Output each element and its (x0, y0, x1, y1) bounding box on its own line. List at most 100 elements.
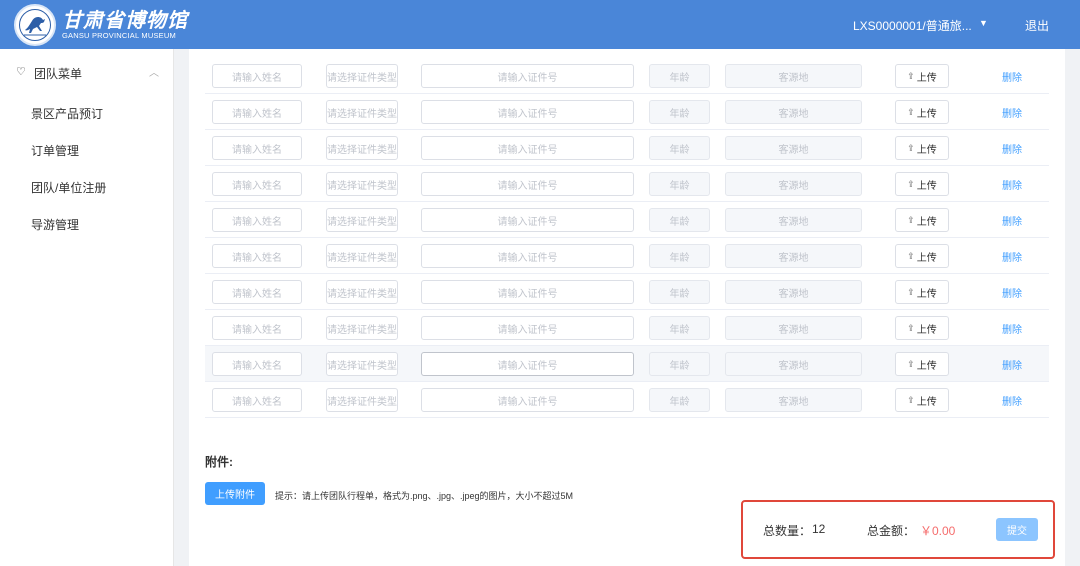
upload-button[interactable]: ⇪ 上传 (895, 352, 949, 376)
upload-icon: ⇪ (907, 142, 915, 153)
visitor-name-input[interactable]: 请输入姓名 (212, 64, 302, 88)
upload-button[interactable]: ⇪ 上传 (895, 64, 949, 88)
origin-field: 客源地 (725, 100, 862, 124)
delete-link[interactable]: 删除 (1002, 141, 1022, 156)
id-type-select[interactable]: 请选择证件类型 (326, 352, 398, 376)
sidebar-group-team-menu[interactable]: ♡ 团队菜单 ︿ (0, 62, 174, 84)
upload-icon: ⇪ (907, 322, 915, 333)
sidebar-item-guide-management[interactable]: 导游管理 (31, 216, 79, 233)
upload-icon: ⇪ (907, 214, 915, 225)
id-number-input[interactable]: 请输入证件号 (421, 280, 634, 304)
visitor-name-input[interactable]: 请输入姓名 (212, 244, 302, 268)
total-amount-label: 总金额： (867, 524, 916, 538)
total-amount-value: ￥0.00 (920, 524, 956, 538)
upload-icon: ⇪ (907, 70, 915, 81)
visitor-name-input[interactable]: 请输入姓名 (212, 388, 302, 412)
table-row: 请输入姓名 请选择证件类型 请输入证件号 年龄 客源地 ⇪ 上传 删除 (205, 166, 1049, 202)
upload-button[interactable]: ⇪ 上传 (895, 208, 949, 232)
table-row: 请输入姓名 请选择证件类型 请输入证件号 年龄 客源地 ⇪ 上传 删除 (205, 310, 1049, 346)
age-field: 年龄 (649, 64, 710, 88)
upload-icon: ⇪ (907, 106, 915, 117)
visitor-name-input[interactable]: 请输入姓名 (212, 100, 302, 124)
visitor-name-input[interactable]: 请输入姓名 (212, 280, 302, 304)
delete-link[interactable]: 删除 (1002, 213, 1022, 228)
id-type-select[interactable]: 请选择证件类型 (326, 316, 398, 340)
delete-link[interactable]: 删除 (1002, 249, 1022, 264)
visitor-name-input[interactable]: 请输入姓名 (212, 352, 302, 376)
upload-button[interactable]: ⇪ 上传 (895, 280, 949, 304)
table-row: 请输入姓名 请选择证件类型 请输入证件号 年龄 客源地 ⇪ 上传 删除 (205, 58, 1049, 94)
caret-down-icon[interactable]: ▼ (979, 18, 988, 28)
visitor-name-input[interactable]: 请输入姓名 (212, 172, 302, 196)
id-number-input[interactable]: 请输入证件号 (421, 208, 634, 232)
sidebar-item-order-management[interactable]: 订单管理 (31, 142, 79, 159)
submit-button[interactable]: 提交 (996, 518, 1038, 541)
upload-attachment-button[interactable]: 上传附件 (205, 482, 265, 505)
table-row: 请输入姓名 请选择证件类型 请输入证件号 年龄 客源地 ⇪ 上传 删除 (205, 202, 1049, 238)
logo-english-name: GANSU PROVINCIAL MUSEUM (62, 31, 176, 40)
age-field: 年龄 (649, 208, 710, 232)
id-number-input[interactable]: 请输入证件号 (421, 388, 634, 412)
total-quantity-label: 总数量： (763, 524, 812, 538)
delete-link[interactable]: 删除 (1002, 321, 1022, 336)
id-type-select[interactable]: 请选择证件类型 (326, 280, 398, 304)
origin-field: 客源地 (725, 352, 862, 376)
origin-field: 客源地 (725, 136, 862, 160)
upload-label: 上传 (916, 144, 937, 156)
museum-logo[interactable]: 甘肃省博物馆 GANSU PROVINCIAL MUSEUM (14, 4, 188, 46)
origin-field: 客源地 (725, 388, 862, 412)
visitor-name-input[interactable]: 请输入姓名 (212, 136, 302, 160)
origin-field: 客源地 (725, 316, 862, 340)
logout-link[interactable]: 退出 (1025, 17, 1049, 34)
origin-field: 客源地 (725, 244, 862, 268)
sidebar-item-team-registration[interactable]: 团队/单位注册 (31, 179, 106, 196)
delete-link[interactable]: 删除 (1002, 393, 1022, 408)
visitor-name-input[interactable]: 请输入姓名 (212, 208, 302, 232)
visitor-name-input[interactable]: 请输入姓名 (212, 316, 302, 340)
id-number-input[interactable]: 请输入证件号 (421, 244, 634, 268)
id-type-select[interactable]: 请选择证件类型 (326, 100, 398, 124)
upload-label: 上传 (916, 72, 937, 84)
upload-button[interactable]: ⇪ 上传 (895, 388, 949, 412)
upload-button[interactable]: ⇪ 上传 (895, 136, 949, 160)
origin-field: 客源地 (725, 64, 862, 88)
delete-link[interactable]: 删除 (1002, 177, 1022, 192)
id-type-select[interactable]: 请选择证件类型 (326, 64, 398, 88)
upload-label: 上传 (916, 324, 937, 336)
id-type-select[interactable]: 请选择证件类型 (326, 208, 398, 232)
sidebar: ♡ 团队菜单 ︿ 景区产品预订 订单管理 团队/单位注册 导游管理 (0, 49, 174, 566)
sidebar-group-label: 团队菜单 (34, 67, 83, 81)
origin-field: 客源地 (725, 280, 862, 304)
upload-button[interactable]: ⇪ 上传 (895, 100, 949, 124)
delete-link[interactable]: 删除 (1002, 69, 1022, 84)
age-field: 年龄 (649, 136, 710, 160)
upload-button[interactable]: ⇪ 上传 (895, 172, 949, 196)
age-field: 年龄 (649, 352, 710, 376)
id-type-select[interactable]: 请选择证件类型 (326, 388, 398, 412)
top-header: 甘肃省博物馆 GANSU PROVINCIAL MUSEUM LXS000000… (0, 0, 1080, 49)
age-field: 年龄 (649, 388, 710, 412)
table-row: 请输入姓名 请选择证件类型 请输入证件号 年龄 客源地 ⇪ 上传 删除 (205, 130, 1049, 166)
logo-chinese-name: 甘肃省博物馆 (62, 8, 188, 32)
id-number-input[interactable]: 请输入证件号 (421, 172, 634, 196)
delete-link[interactable]: 删除 (1002, 105, 1022, 120)
id-number-input[interactable]: 请输入证件号 (421, 100, 634, 124)
id-number-input[interactable]: 请输入证件号 (421, 136, 634, 160)
delete-link[interactable]: 删除 (1002, 357, 1022, 372)
upload-button[interactable]: ⇪ 上传 (895, 244, 949, 268)
table-row: 请输入姓名 请选择证件类型 请输入证件号 年龄 客源地 ⇪ 上传 删除 (205, 346, 1049, 382)
id-number-input[interactable]: 请输入证件号 (421, 316, 634, 340)
upload-label: 上传 (916, 216, 937, 228)
id-type-select[interactable]: 请选择证件类型 (326, 244, 398, 268)
user-account-name[interactable]: LXS0000001/普通旅... (853, 17, 972, 34)
upload-label: 上传 (916, 252, 937, 264)
id-number-input[interactable]: 请输入证件号 (421, 64, 634, 88)
table-row: 请输入姓名 请选择证件类型 请输入证件号 年龄 客源地 ⇪ 上传 删除 (205, 94, 1049, 130)
id-type-select[interactable]: 请选择证件类型 (326, 136, 398, 160)
sidebar-item-scenic-booking[interactable]: 景区产品预订 (31, 105, 103, 122)
origin-field: 客源地 (725, 208, 862, 232)
id-number-input[interactable]: 请输入证件号 (421, 352, 634, 376)
upload-button[interactable]: ⇪ 上传 (895, 316, 949, 340)
delete-link[interactable]: 删除 (1002, 285, 1022, 300)
id-type-select[interactable]: 请选择证件类型 (326, 172, 398, 196)
